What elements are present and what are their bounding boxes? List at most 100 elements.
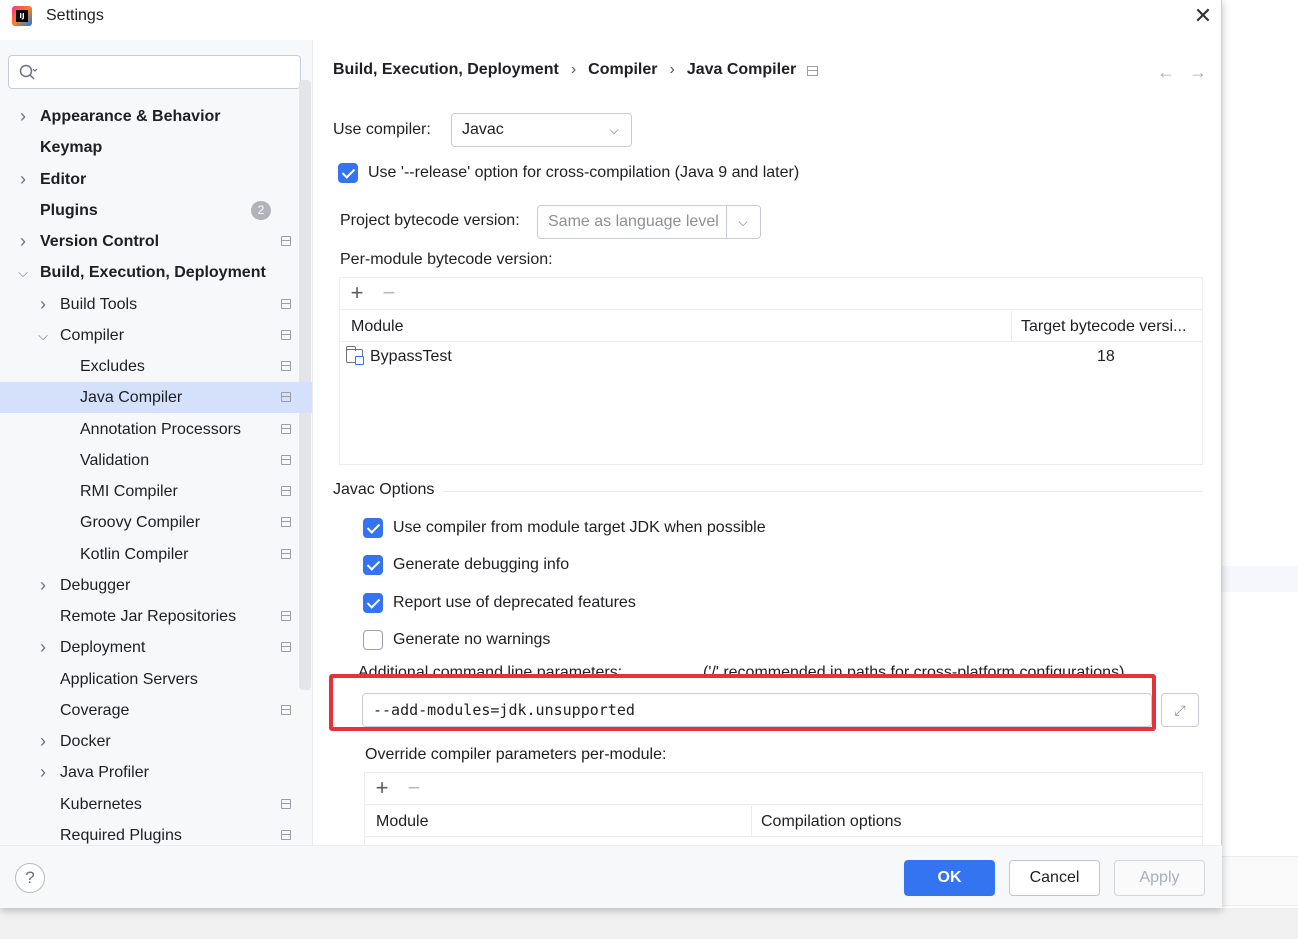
chevron-right-icon[interactable]: › [36,570,50,601]
chevron-down-icon[interactable]: ⌵ [16,257,30,288]
project-scope-icon [281,330,291,340]
chevron-right-icon[interactable]: › [16,164,30,195]
sidebar-item-java-profiler[interactable]: › Java Profiler [0,757,312,788]
release-option-label: Use '--release' option for cross-compila… [368,164,800,181]
project-scope-icon [281,361,291,371]
additional-params-hint: ('/' recommended in paths for cross-plat… [703,664,1125,676]
sidebar-item-groovy-compiler[interactable]: Groovy Compiler [0,507,312,538]
sidebar-item-label: Docker [60,733,111,750]
sidebar-item-label: Excludes [80,358,145,375]
add-icon[interactable]: + [371,777,393,799]
sidebar-item-compiler[interactable]: ⌵ Compiler [0,320,312,351]
ok-button[interactable]: OK [904,860,995,896]
table-row[interactable]: BypassTest 18 [340,342,1202,372]
sidebar-item-label: Remote Jar Repositories [60,608,237,625]
sidebar-item-label: Java Profiler [60,764,149,781]
option-checkbox-deprecated[interactable] [363,593,383,613]
remove-icon[interactable]: − [378,282,400,304]
sidebar-item-build-tools[interactable]: › Build Tools [0,289,312,320]
sidebar-item-version-control[interactable]: › Version Control [0,226,312,257]
column-header-module[interactable]: Module [376,806,428,837]
dropdown-divider [726,206,727,238]
breadcrumb-item[interactable]: Build, Execution, Deployment [333,61,559,79]
option-checkbox-debug-info[interactable] [363,555,383,575]
sidebar-item-label: Groovy Compiler [80,514,201,531]
column-header-module[interactable]: Module [351,311,403,342]
forward-arrow-icon[interactable]: → [1189,62,1207,83]
add-icon[interactable]: + [346,282,368,304]
sidebar-item-plugins[interactable]: Plugins 2 [0,195,312,226]
help-button[interactable]: ? [15,863,45,893]
sidebar-item-coverage[interactable]: Coverage [0,695,312,726]
sidebar-item-build-execution-deployment[interactable]: ⌵ Build, Execution, Deployment [0,257,312,288]
chevron-right-icon[interactable]: › [36,726,50,757]
sidebar-item-editor[interactable]: › Editor [0,164,312,195]
chevron-right-icon[interactable]: › [36,757,50,788]
sidebar-item-label: Build Tools [60,296,138,313]
sidebar-item-java-compiler[interactable]: Java Compiler [0,382,312,413]
project-scope-icon [281,549,291,559]
project-scope-icon [807,66,818,76]
option-label: Generate no warnings [393,631,551,648]
sidebar-item-annotation-processors[interactable]: Annotation Processors [0,414,312,445]
settings-content: Build, Execution, Deployment › Compiler › Ja… [313,40,1222,845]
remove-icon[interactable]: − [403,777,425,799]
column-divider[interactable] [751,806,752,837]
sidebar-item-keymap[interactable]: Keymap [0,132,312,163]
javac-options-title: Javac Options [333,481,435,498]
breadcrumb: Build, Execution, Deployment › Compiler › Ja… [333,61,796,79]
settings-search-input[interactable] [8,55,301,89]
sidebar-item-appearance-behavior[interactable]: › Appearance & Behavior [0,101,312,132]
sidebar-item-kotlin-compiler[interactable]: Kotlin Compiler [0,539,312,570]
release-option-checkbox[interactable] [338,163,358,183]
chevron-down-icon[interactable]: ⌵ [36,320,50,351]
sidebar-item-label: Build, Execution, Deployment [40,264,266,281]
dialog-footer: ? OK Cancel Apply [0,845,1222,908]
sidebar-item-remote-jar-repositories[interactable]: Remote Jar Repositories [0,601,312,632]
cancel-button[interactable]: Cancel [1009,860,1100,896]
chevron-right-icon[interactable]: › [16,226,30,257]
sidebar-item-label: Kotlin Compiler [80,546,189,563]
project-scope-icon [281,705,291,715]
chevron-right-icon[interactable]: › [16,101,30,132]
plugin-update-badge: 2 [251,201,271,220]
sidebar-item-label: Deployment [60,639,146,656]
table-header: Module Target bytecode versi... [340,311,1202,342]
project-scope-icon [281,392,291,402]
sidebar-item-label: Plugins [40,202,98,219]
column-header-options[interactable]: Compilation options [761,806,902,837]
intellij-idea-icon: IJ [12,6,32,26]
sidebar-item-label: Java Compiler [80,389,183,406]
expand-icon: ⤢ [1174,702,1186,718]
sidebar-item-deployment[interactable]: › Deployment [0,632,312,663]
option-checkbox-target-jdk[interactable] [363,518,383,538]
background-footer [1222,856,1298,906]
column-divider[interactable] [1011,311,1012,342]
expand-field-button[interactable]: ⤢ [1161,693,1199,727]
chevron-right-icon[interactable]: › [36,289,50,320]
sidebar-item-excludes[interactable]: Excludes [0,351,312,382]
background-window [1222,0,1298,939]
breadcrumb-item[interactable]: Compiler [588,61,657,79]
close-icon[interactable]: ✕ [1190,3,1216,29]
compiler-dropdown[interactable]: Javac ⌵ [451,113,632,147]
sidebar-item-label: Compiler [60,327,125,344]
sidebar-item-rmi-compiler[interactable]: RMI Compiler [0,476,312,507]
sidebar-item-docker[interactable]: › Docker [0,726,312,757]
back-arrow-icon[interactable]: ← [1157,62,1175,83]
window-title: Settings [46,7,104,24]
apply-button[interactable]: Apply [1114,860,1205,896]
sidebar-item-kubernetes[interactable]: Kubernetes [0,789,312,820]
additional-params-input[interactable]: --add-modules=jdk.unsupported [362,693,1152,727]
table-header: Module Compilation options [365,806,1202,837]
sidebar-item-application-servers[interactable]: Application Servers [0,664,312,695]
project-bytecode-dropdown[interactable]: Same as language level ⌵ [537,205,761,239]
sidebar-item-label: RMI Compiler [80,483,178,500]
option-checkbox-no-warnings[interactable] [363,630,383,650]
override-toolbar: + − [365,773,1202,805]
chevron-right-icon[interactable]: › [36,632,50,663]
sidebar-item-debugger[interactable]: › Debugger [0,570,312,601]
column-header-target[interactable]: Target bytecode versi... [1021,311,1186,342]
sidebar-item-validation[interactable]: Validation [0,445,312,476]
compiler-value: Javac [462,121,504,138]
